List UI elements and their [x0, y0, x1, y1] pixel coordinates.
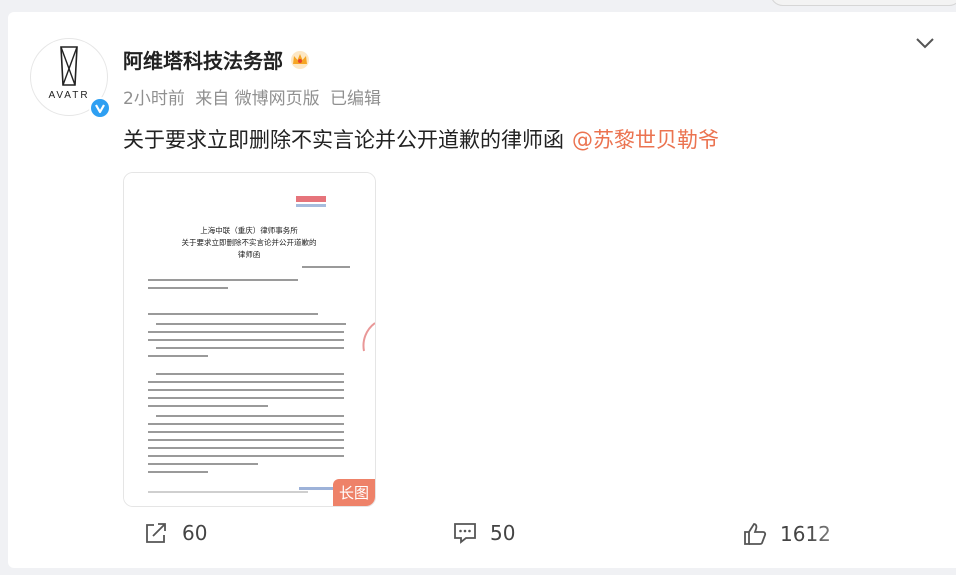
crown-icon[interactable] — [289, 50, 311, 70]
post-source: 来自 微博网页版 — [195, 89, 320, 109]
post-time[interactable]: 2小时前 — [123, 89, 185, 109]
comment-button[interactable]: 50 — [452, 521, 515, 545]
action-bar: 60 50 1612 — [8, 517, 956, 557]
overlay-fade — [806, 517, 956, 557]
post-edited-label[interactable]: 已编辑 — [330, 89, 381, 109]
long-image-badge: 长图 — [332, 479, 375, 506]
chevron-down-icon[interactable] — [914, 32, 936, 54]
comment-icon — [454, 523, 476, 544]
verified-badge-icon — [89, 97, 111, 119]
share-count: 60 — [182, 521, 208, 545]
account-name[interactable]: 阿维塔科技法务部 — [123, 45, 283, 74]
account-name-row: 阿维塔科技法务部 — [123, 45, 311, 74]
document-thumbnail-graphic: 上海中联（重庆）律师事务所 关于要求立即删除不实言论并公开道歉的 律师函 — [124, 173, 375, 506]
weibo-post-card: AVATR 阿维塔科技法务部 2小时前 来自 微博网页版 已编辑 关于要求立即删… — [8, 12, 956, 568]
document-image[interactable]: 上海中联（重庆）律师事务所 关于要求立即删除不实言论并公开道歉的 律师函 长图 — [123, 172, 376, 507]
doc-title-line2: 关于要求立即删除不实言论并公开道歉的 — [182, 237, 317, 247]
share-button[interactable]: 60 — [144, 521, 207, 545]
comment-count: 50 — [490, 521, 516, 545]
mention-link[interactable]: @苏黎世贝勒爷 — [572, 128, 719, 152]
thumbs-up-icon — [744, 523, 767, 545]
doc-title-line1: 上海中联（重庆）律师事务所 — [200, 225, 298, 235]
search-bar-fragment[interactable] — [770, 0, 956, 6]
share-icon — [146, 523, 166, 543]
post-body: 关于要求立即删除不实言论并公开道歉的律师函 — [123, 128, 564, 152]
post-meta: 2小时前 来自 微博网页版 已编辑 — [123, 84, 386, 109]
post-text: 关于要求立即删除不实言论并公开道歉的律师函 @苏黎世贝勒爷 — [123, 124, 719, 154]
doc-title-line3: 律师函 — [238, 249, 261, 259]
